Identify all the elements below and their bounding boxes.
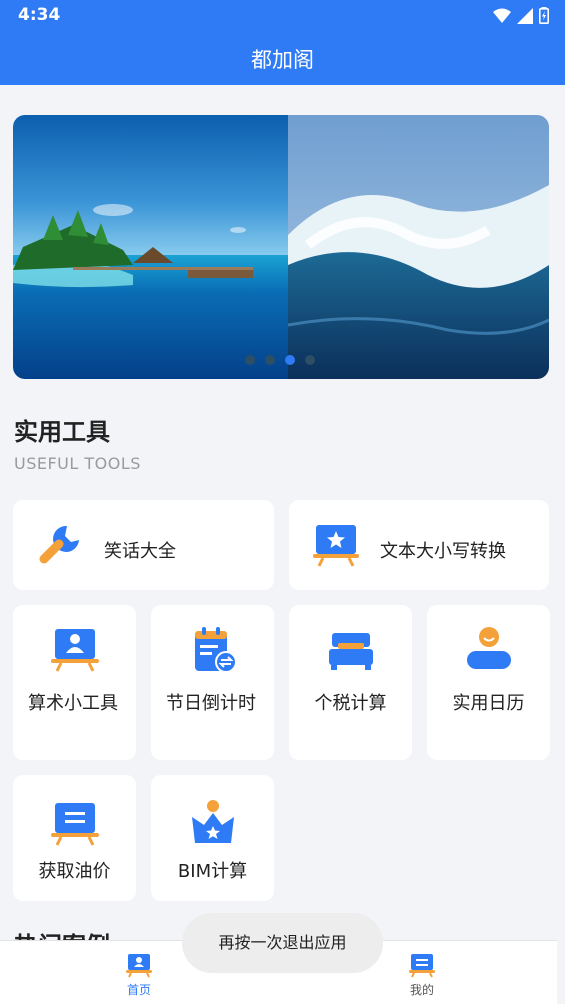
section-subtitle: USEFUL TOOLS [14, 454, 141, 473]
tool-label: 实用日历 [452, 693, 525, 714]
carousel-dot-active[interactable] [285, 355, 295, 365]
tool-label: 算术小工具 [28, 693, 118, 714]
nav-label: 我的 [409, 983, 434, 997]
tool-card-holiday-countdown[interactable]: 节日倒计时 [151, 605, 274, 760]
status-icons [493, 7, 549, 24]
carousel-dot[interactable] [245, 355, 255, 365]
crown-star-icon [192, 800, 234, 843]
section-title: 实用工具 [14, 418, 110, 446]
tool-card-bim[interactable]: BIM计算 [151, 775, 274, 901]
tool-card-arithmetic[interactable]: 算术小工具 [13, 605, 136, 760]
star-board-icon [313, 525, 359, 567]
tool-label: BIM计算 [177, 861, 248, 882]
signal-icon [517, 7, 533, 24]
tool-label: 个税计算 [314, 693, 387, 714]
tool-card-jokes[interactable]: 笑话大全 [13, 500, 274, 590]
tool-label: 文本大小写转换 [380, 541, 506, 562]
profile-board-icon [409, 954, 435, 978]
tool-label: 节日倒计时 [166, 693, 256, 714]
wifi-icon [493, 8, 511, 23]
tool-card-text-case[interactable]: 文本大小写转换 [289, 500, 549, 590]
carousel-dot[interactable] [305, 355, 315, 365]
banner-carousel[interactable] [13, 115, 549, 379]
list-board-icon [51, 803, 99, 846]
tool-card-oil-price[interactable]: 获取油价 [13, 775, 136, 901]
bed-icon [329, 633, 373, 670]
nav-item-mine[interactable]: 我的 [382, 941, 462, 1004]
tool-card-calendar[interactable]: 实用日历 [427, 605, 550, 760]
battery-charging-icon [539, 7, 549, 24]
nav-label: 首页 [126, 983, 151, 997]
carousel-indicator [245, 355, 315, 365]
person-board-icon [51, 629, 99, 672]
person-icon [467, 627, 511, 669]
home-person-icon [126, 954, 152, 978]
exit-toast: 再按一次退出应用 [182, 913, 383, 973]
page-title: 都加阁 [251, 48, 314, 72]
nav-item-home[interactable]: 首页 [99, 941, 179, 1004]
status-time: 4:34 [18, 5, 61, 25]
tool-label: 获取油价 [38, 861, 111, 882]
tool-card-tax[interactable]: 个税计算 [289, 605, 412, 760]
banner-image-wave [288, 115, 549, 379]
tool-label: 笑话大全 [104, 541, 176, 562]
status-bar: 4:34 [0, 0, 565, 32]
wrench-icon [39, 525, 79, 564]
banner-image-island [13, 115, 288, 379]
calendar-exchange-icon [195, 627, 237, 673]
carousel-dot[interactable] [265, 355, 275, 365]
app-bar: 都加阁 [0, 32, 565, 85]
